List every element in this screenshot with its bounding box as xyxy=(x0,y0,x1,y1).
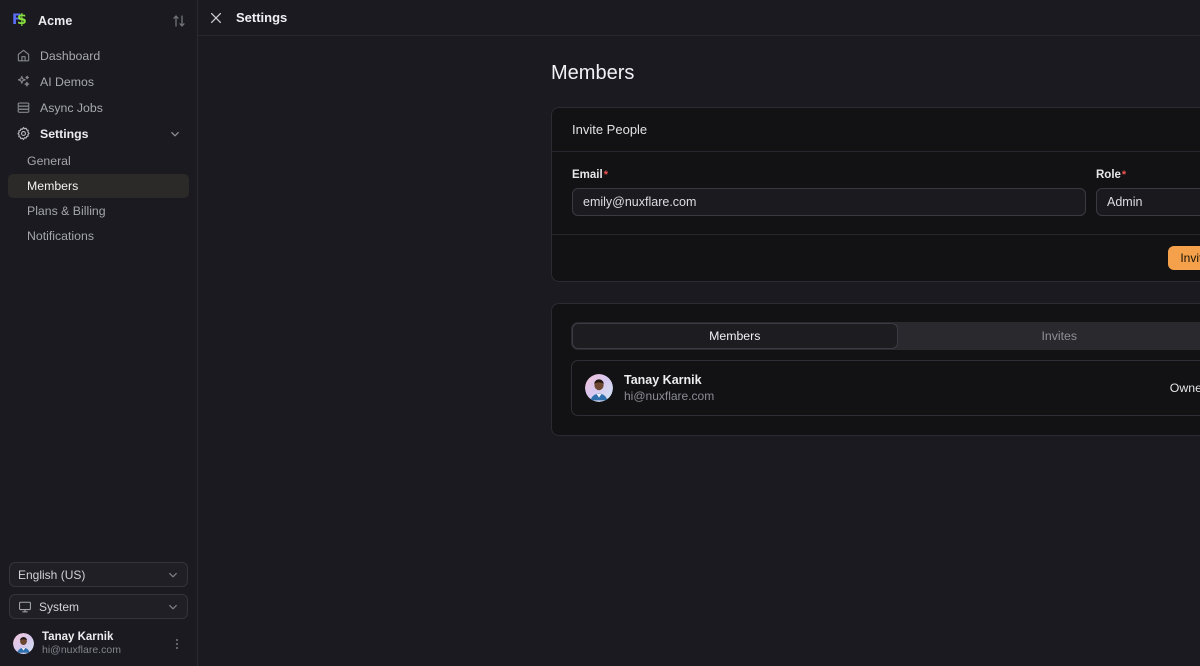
member-name: Tanay Karnik xyxy=(624,372,1159,388)
role-field-label: Role * xyxy=(1096,169,1200,181)
member-email: hi@nuxflare.com xyxy=(624,388,1159,404)
tab-members[interactable]: Members xyxy=(572,323,898,349)
email-field-label: Email * xyxy=(572,169,1086,181)
content-scroll: Members Invite People Email * xyxy=(198,36,1200,666)
content-column: Members Invite People Email * xyxy=(551,62,1200,436)
home-icon xyxy=(16,48,31,63)
brand-logo-fs-icon: F$ xyxy=(12,12,29,29)
sidebar: F$ Acme Dashboard xyxy=(0,0,198,666)
sidebar-item-settings[interactable]: Settings xyxy=(8,121,189,146)
language-select-value: English (US) xyxy=(18,568,160,582)
role-select[interactable]: Admin xyxy=(1096,188,1200,216)
sidebar-item-label: Async Jobs xyxy=(40,101,103,115)
sidebar-user-meta: Tanay Karnik hi@nuxflare.com xyxy=(42,630,162,657)
database-stack-icon xyxy=(16,100,31,115)
chevron-down-icon[interactable] xyxy=(169,128,181,140)
email-label-text: Email xyxy=(572,169,603,181)
avatar xyxy=(585,374,613,402)
tab-label: Invites xyxy=(1041,329,1077,343)
sidebar-item-ai-demos[interactable]: AI Demos xyxy=(8,69,189,94)
workspace-name: Acme xyxy=(38,14,171,28)
main-area: Settings Members Invite People xyxy=(198,0,1200,666)
sidebar-item-label: Settings xyxy=(40,127,89,141)
tab-label: Members xyxy=(709,329,760,343)
members-tabs: Members Invites xyxy=(571,322,1200,350)
sidebar-item-general[interactable]: General xyxy=(8,149,189,173)
table-row[interactable]: Tanay Karnik hi@nuxflare.com Owner xyxy=(572,361,1200,415)
sidebar-user-email: hi@nuxflare.com xyxy=(42,644,162,657)
sidebar-footer: English (US) System xyxy=(0,562,197,666)
sidebar-item-async-jobs[interactable]: Async Jobs xyxy=(8,95,189,120)
invite-card-heading: Invite People xyxy=(552,108,1200,152)
sidebar-user-name: Tanay Karnik xyxy=(42,630,162,644)
workspace-switcher[interactable]: F$ Acme xyxy=(0,4,197,37)
member-role: Owner xyxy=(1170,381,1200,395)
email-field-group: Email * xyxy=(572,169,1086,216)
required-asterisk: * xyxy=(604,169,608,181)
gear-icon xyxy=(16,126,31,141)
sidebar-spacer xyxy=(0,249,197,562)
primary-nav: Dashboard AI Demos xyxy=(0,37,197,147)
sidebar-subitem-label: Notifications xyxy=(27,229,94,243)
role-field-group: Role * Admin xyxy=(1096,169,1200,216)
sidebar-subitem-label: Members xyxy=(27,179,78,193)
chevron-down-icon xyxy=(167,569,179,581)
theme-select-value: System xyxy=(39,600,160,614)
monitor-icon xyxy=(18,600,32,614)
page-title-header: Settings xyxy=(236,10,1200,25)
email-input[interactable] xyxy=(572,188,1086,216)
topbar: Settings xyxy=(198,0,1200,36)
app-root: F$ Acme Dashboard xyxy=(0,0,1200,666)
page-title: Members xyxy=(551,62,1200,85)
settings-subnav: General Members Plans & Billing Notifica… xyxy=(0,147,197,249)
role-label-text: Role xyxy=(1096,169,1121,181)
sparkles-icon xyxy=(16,74,31,89)
sidebar-item-label: AI Demos xyxy=(40,75,94,89)
sidebar-subitem-label: Plans & Billing xyxy=(27,204,106,218)
invite-button[interactable]: Invite xyxy=(1168,246,1200,270)
chevron-down-icon xyxy=(167,601,179,613)
member-meta: Tanay Karnik hi@nuxflare.com xyxy=(624,372,1159,404)
sidebar-item-label: Dashboard xyxy=(40,49,100,63)
more-vertical-icon[interactable] xyxy=(170,637,184,651)
sidebar-item-members[interactable]: Members xyxy=(8,174,189,198)
role-select-value: Admin xyxy=(1107,195,1200,209)
sidebar-item-notifications[interactable]: Notifications xyxy=(8,224,189,248)
up-down-arrows-icon[interactable] xyxy=(171,13,187,29)
sidebar-item-dashboard[interactable]: Dashboard xyxy=(8,43,189,68)
language-select[interactable]: English (US) xyxy=(9,562,188,587)
required-asterisk: * xyxy=(1122,169,1126,181)
invite-form: Email * Role * Admin xyxy=(552,152,1200,234)
sidebar-subitem-label: General xyxy=(27,154,71,168)
invite-card-footer: Invite xyxy=(552,234,1200,281)
close-icon[interactable] xyxy=(208,10,224,26)
theme-select[interactable]: System xyxy=(9,594,188,619)
avatar xyxy=(13,633,34,654)
tab-invites[interactable]: Invites xyxy=(898,323,1200,349)
members-list-card: Members Invites xyxy=(551,303,1200,436)
invite-people-card: Invite People Email * Role xyxy=(551,107,1200,282)
sidebar-item-plans-billing[interactable]: Plans & Billing xyxy=(8,199,189,223)
member-list: Tanay Karnik hi@nuxflare.com Owner xyxy=(571,360,1200,416)
sidebar-user-profile[interactable]: Tanay Karnik hi@nuxflare.com xyxy=(9,626,188,657)
